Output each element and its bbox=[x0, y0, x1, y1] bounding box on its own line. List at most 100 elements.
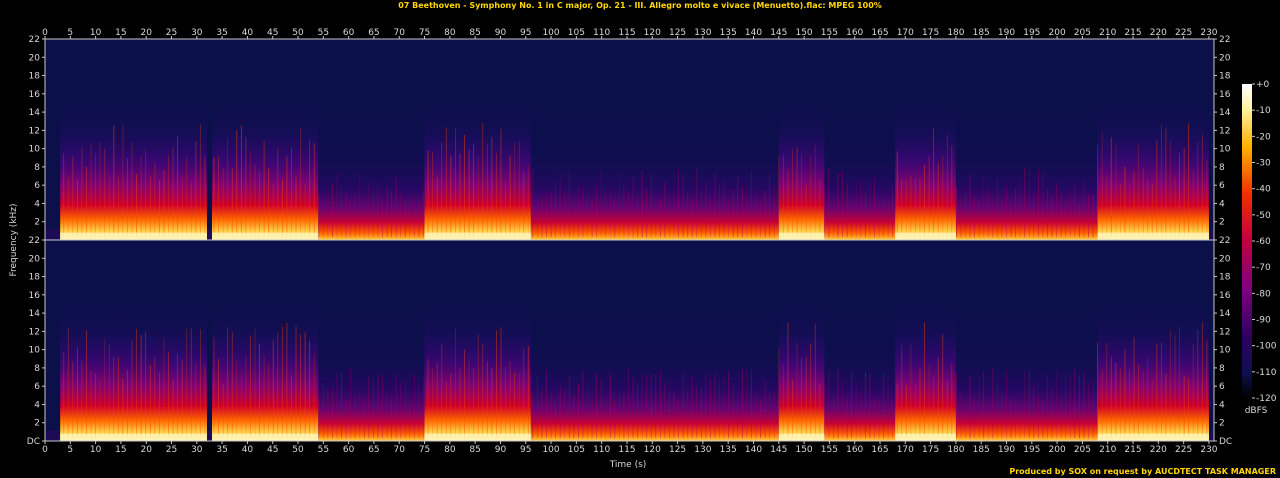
x-tick-label: 130 bbox=[694, 445, 711, 455]
x-tick-label: 200 bbox=[1049, 445, 1066, 455]
colorbar-tick-label: -80 bbox=[1256, 289, 1271, 299]
x-tick-label: 20 bbox=[140, 28, 152, 38]
medium-energy-band bbox=[955, 93, 1098, 241]
fundamental-band bbox=[424, 433, 531, 441]
medium-energy-band bbox=[530, 294, 779, 441]
x-axis-label: Time (s) bbox=[609, 460, 647, 470]
fundamental-band bbox=[60, 232, 207, 240]
fundamental-band bbox=[1097, 232, 1209, 240]
x-tick-label: 150 bbox=[795, 445, 812, 455]
x-tick-label: 195 bbox=[1023, 28, 1040, 38]
y-tick-label: 22 bbox=[1219, 35, 1230, 45]
y-tick-label: 6 bbox=[1219, 382, 1225, 392]
x-tick-label: 140 bbox=[745, 28, 762, 38]
y-axis-label: Frequency (kHz) bbox=[9, 203, 19, 276]
x-tick-label: 145 bbox=[770, 445, 787, 455]
x-tick-label: 105 bbox=[568, 28, 585, 38]
y-tick-label: 8 bbox=[34, 163, 40, 173]
x-tick-label: 125 bbox=[669, 28, 686, 38]
x-tick-label: 105 bbox=[568, 445, 585, 455]
x-tick-label: 210 bbox=[1099, 28, 1116, 38]
x-tick-label: 0 bbox=[42, 445, 48, 455]
x-tick-label: 75 bbox=[419, 445, 430, 455]
x-tick-label: 230 bbox=[1200, 28, 1217, 38]
y-tick-label: 20 bbox=[1219, 53, 1231, 63]
y-tick-label: 18 bbox=[1219, 72, 1231, 82]
y-tick-label: 10 bbox=[1219, 145, 1231, 155]
x-tick-label: 85 bbox=[469, 445, 480, 455]
x-tick-label: 0 bbox=[42, 28, 48, 38]
fundamental-band bbox=[1097, 433, 1209, 441]
y-tick-label: 14 bbox=[29, 108, 41, 118]
loud-energy-band bbox=[1097, 294, 1209, 441]
x-tick-label: 10 bbox=[90, 28, 102, 38]
x-tick-label: 160 bbox=[846, 445, 863, 455]
y-tick-label: 12 bbox=[1219, 126, 1230, 136]
x-tick-label: 5 bbox=[67, 445, 73, 455]
y-tick-label: 8 bbox=[34, 364, 40, 374]
fundamental-band bbox=[778, 232, 825, 240]
y-tick-label: 16 bbox=[1219, 90, 1231, 100]
y-tick-label: 14 bbox=[1219, 108, 1231, 118]
x-tick-label: 165 bbox=[871, 445, 888, 455]
x-tick-label: 165 bbox=[871, 28, 888, 38]
y-tick-label: 16 bbox=[1219, 291, 1231, 301]
colorbar-tick-label: -30 bbox=[1256, 159, 1271, 169]
colorbar-tick-label: -110 bbox=[1256, 368, 1277, 378]
x-tick-label: 215 bbox=[1124, 28, 1141, 38]
colorbar-tick-label: -10 bbox=[1256, 106, 1271, 116]
x-tick-label: 130 bbox=[694, 28, 711, 38]
x-tick-label: 40 bbox=[242, 445, 254, 455]
x-tick-label: 20 bbox=[140, 445, 152, 455]
x-tick-label: 205 bbox=[1074, 445, 1091, 455]
x-tick-label: 10 bbox=[90, 445, 102, 455]
y-tick-label: 2 bbox=[1219, 218, 1225, 228]
colorbar-tick-label: -60 bbox=[1256, 237, 1271, 247]
y-tick-label: 14 bbox=[29, 309, 41, 319]
colorbar-scale bbox=[1242, 84, 1252, 398]
x-tick-label: 45 bbox=[267, 28, 278, 38]
x-tick-label: 40 bbox=[242, 28, 254, 38]
colorbar-tick-label: +0 bbox=[1256, 80, 1270, 90]
colorbar: +0 -10 -20 -30 -40 -50 -60 -70 -80 -90 -100 -110 -12… bbox=[1242, 80, 1277, 404]
fundamental-band bbox=[424, 232, 531, 240]
x-tick-label: 190 bbox=[998, 28, 1015, 38]
x-tick-label: 175 bbox=[922, 28, 939, 38]
x-tick-label: 110 bbox=[593, 28, 610, 38]
x-tick-label: 50 bbox=[292, 28, 304, 38]
x-tick-label: 210 bbox=[1099, 445, 1116, 455]
y-tick-label: 22 bbox=[1219, 236, 1230, 246]
y-tick-label: 16 bbox=[29, 90, 41, 100]
x-tick-label: 50 bbox=[292, 445, 304, 455]
y-tick-label: 6 bbox=[34, 382, 40, 392]
x-tick-label: 80 bbox=[444, 445, 456, 455]
channel-2-spectrogram bbox=[45, 240, 1214, 441]
colorbar-tick-label: -50 bbox=[1256, 211, 1271, 221]
y-tick-label: 2 bbox=[1219, 419, 1225, 429]
colorbar-tick-label: -100 bbox=[1256, 342, 1277, 352]
x-tick-label: 225 bbox=[1175, 445, 1192, 455]
x-tick-label: 225 bbox=[1175, 28, 1192, 38]
x-tick-label: 215 bbox=[1124, 445, 1141, 455]
x-tick-label: 30 bbox=[191, 445, 203, 455]
y-tick-label: 4 bbox=[1219, 199, 1225, 209]
colorbar-tick-label: -70 bbox=[1256, 263, 1271, 273]
x-tick-label: 65 bbox=[368, 28, 379, 38]
x-tick-label: 115 bbox=[618, 445, 635, 455]
y-tick-label: 14 bbox=[1219, 309, 1231, 319]
y-tick-label: 6 bbox=[1219, 181, 1225, 191]
x-tick-label: 200 bbox=[1049, 28, 1066, 38]
x-tick-label: 75 bbox=[419, 28, 430, 38]
y-tick-label: 18 bbox=[29, 72, 41, 82]
x-tick-label: 70 bbox=[394, 445, 406, 455]
x-tick-label: 180 bbox=[947, 445, 964, 455]
x-tick-label: 195 bbox=[1023, 445, 1040, 455]
y-tick-label: 22 bbox=[29, 236, 40, 246]
x-tick-label: 175 bbox=[922, 445, 939, 455]
x-tick-label: 55 bbox=[318, 28, 329, 38]
x-tick-label: 170 bbox=[897, 28, 914, 38]
x-tick-label: 160 bbox=[846, 28, 863, 38]
x-tick-label: 150 bbox=[795, 28, 812, 38]
x-tick-label: 190 bbox=[998, 445, 1015, 455]
y-tick-label: 12 bbox=[29, 327, 40, 337]
